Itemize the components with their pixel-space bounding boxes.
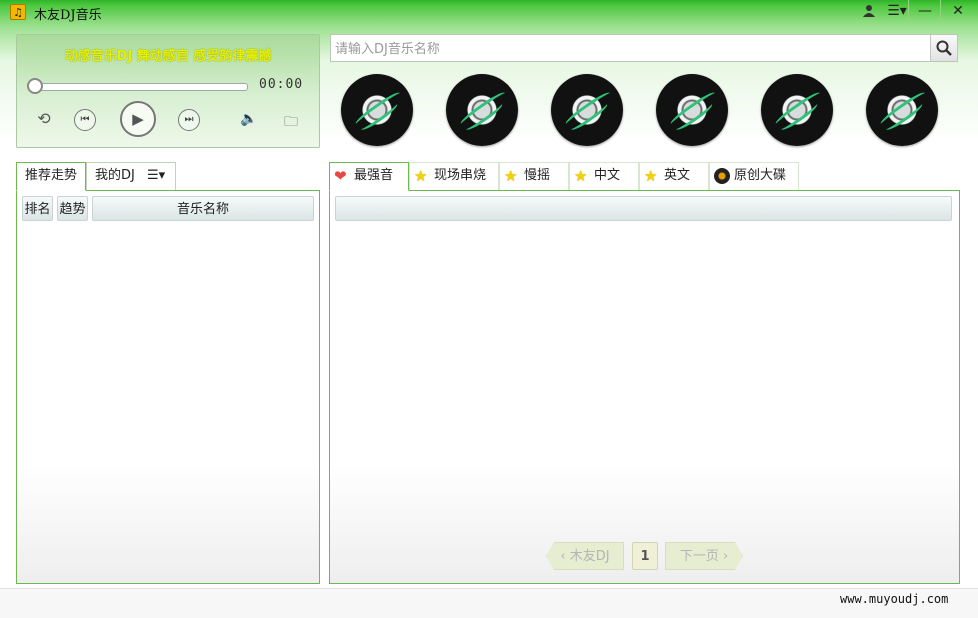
tab-label: 现场串烧 — [434, 168, 487, 183]
tab-recommend[interactable]: 推荐走势 — [16, 162, 86, 191]
play-button[interactable]: ▶ — [120, 101, 156, 137]
close-button[interactable]: ✕ — [940, 0, 975, 20]
category-disc[interactable] — [341, 74, 413, 146]
app-logo-icon: ♫ — [10, 4, 26, 20]
star-icon: ★ — [574, 167, 588, 185]
column-header-rank[interactable]: 排名 — [22, 196, 53, 221]
left-list-panel — [16, 190, 320, 584]
tab-original-album[interactable]: 原创大碟 — [709, 162, 799, 190]
player-panel: 动感音乐DJ 舞动感官 感受韵律震撼 00:00 ⟲ ⏮ ▶ ⏭ 🔈 🗀 — [16, 34, 320, 148]
category-disc[interactable] — [866, 74, 938, 146]
tab-my-dj[interactable]: 我的DJ ☰▾ — [86, 162, 176, 190]
prev-button[interactable]: ⏮ — [74, 109, 96, 131]
tab-chinese[interactable]: ★ 中文 — [569, 162, 639, 190]
tab-strongest[interactable]: ❤ 最强音 — [329, 162, 409, 191]
next-page-button[interactable]: 下一页 › — [665, 542, 743, 570]
tab-my-dj-label: 我的DJ — [95, 168, 135, 183]
category-disc[interactable] — [656, 74, 728, 146]
star-icon: ★ — [644, 167, 658, 185]
search-icon — [936, 40, 952, 56]
title-bar[interactable] — [0, 0, 978, 24]
app-title: 木友DJ音乐 — [34, 8, 102, 23]
progress-knob[interactable] — [27, 78, 43, 94]
tab-live-medley[interactable]: ★ 现场串烧 — [409, 162, 499, 190]
star-icon: ★ — [414, 167, 428, 185]
column-header-song-name[interactable]: 音乐名称 — [92, 196, 314, 221]
page-number[interactable]: 1 — [632, 542, 658, 570]
column-header-trend[interactable]: 趋势 — [57, 196, 88, 221]
category-disc[interactable] — [761, 74, 833, 146]
progress-bar[interactable] — [32, 83, 248, 91]
folder-icon[interactable]: 🗀 — [280, 111, 302, 135]
heart-icon: ❤ — [334, 167, 347, 185]
tab-label: 中文 — [594, 168, 621, 183]
search-button[interactable] — [930, 35, 957, 61]
tab-label: 原创大碟 — [734, 168, 787, 183]
status-bar — [0, 588, 978, 618]
search-input[interactable] — [333, 38, 929, 60]
tab-menu-icon[interactable]: ☰▾ — [147, 168, 165, 183]
player-slogan: 动感音乐DJ 舞动感官 感受韵律震撼 — [64, 49, 272, 64]
minimize-button[interactable]: — — [908, 0, 941, 20]
prev-page-button[interactable]: ‹ 木友DJ — [546, 542, 624, 570]
user-icon[interactable] — [854, 0, 884, 22]
category-disc[interactable] — [551, 74, 623, 146]
website-link[interactable]: www.muyoudj.com — [840, 592, 948, 606]
app-window: ♫ 木友DJ音乐 ☰▾ — ✕ 动感音乐DJ 舞动感官 感受韵律震撼 00:00… — [0, 0, 978, 618]
right-list-header — [335, 196, 952, 221]
right-list-panel — [329, 190, 960, 584]
loop-icon[interactable]: ⟲ — [33, 109, 55, 128]
tab-slow-shake[interactable]: ★ 慢摇 — [499, 162, 569, 190]
star-icon: ★ — [504, 167, 518, 185]
tab-label: 英文 — [664, 168, 691, 183]
volume-icon[interactable]: 🔈 — [238, 111, 260, 127]
tab-label: 最强音 — [354, 168, 394, 183]
tab-label: 慢摇 — [524, 168, 551, 183]
search-box — [330, 34, 958, 62]
tab-english[interactable]: ★ 英文 — [639, 162, 709, 190]
cd-icon — [714, 168, 730, 188]
time-display: 00:00 — [259, 77, 304, 92]
category-disc[interactable] — [446, 74, 518, 146]
next-button[interactable]: ⏭ — [178, 109, 200, 131]
